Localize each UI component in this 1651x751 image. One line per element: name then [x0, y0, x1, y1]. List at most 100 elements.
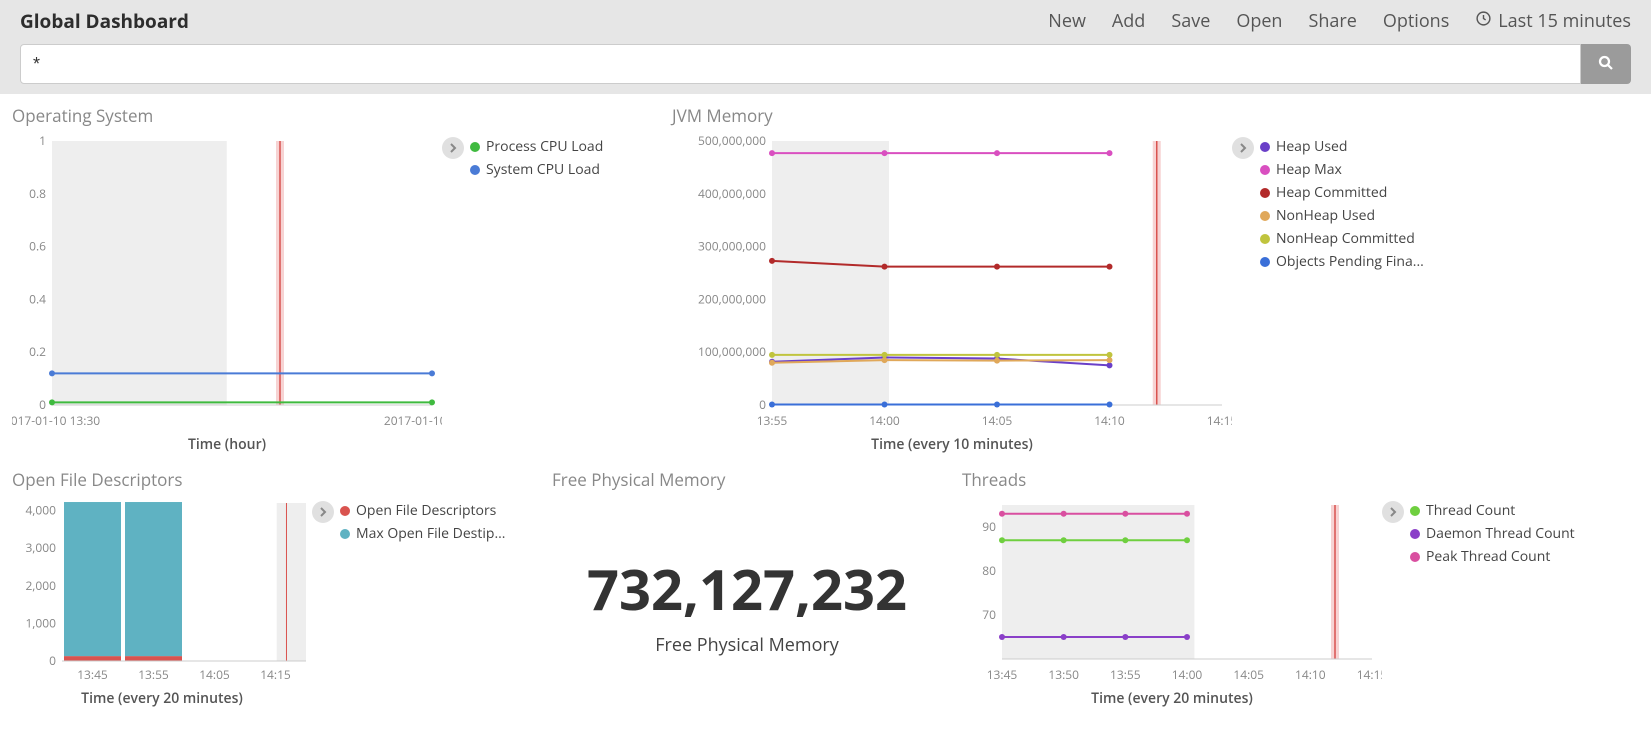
nav-open[interactable]: Open [1236, 9, 1282, 33]
svg-text:13:45: 13:45 [77, 666, 108, 683]
svg-text:90: 90 [982, 518, 996, 535]
svg-text:70: 70 [982, 606, 996, 623]
legend-item[interactable]: System CPU Load [470, 160, 603, 179]
time-filter[interactable]: Last 15 minutes [1475, 9, 1631, 33]
metric-value: 732,127,232 [552, 551, 942, 627]
legend-toggle-jvm[interactable] [1232, 137, 1254, 159]
chart-threads[interactable]: 70809013:4513:5013:5514:0014:0514:1014:1… [962, 497, 1382, 687]
panel-title-threads: Threads [962, 468, 1639, 491]
chart-os[interactable]: 00.20.40.60.812017-01-10 13:302017-01-10… [12, 133, 442, 433]
search-icon [1597, 54, 1615, 75]
panel-title-ofd: Open File Descriptors [12, 468, 532, 491]
svg-text:100,000,000: 100,000,000 [698, 343, 766, 360]
legend-toggle-threads[interactable] [1382, 501, 1404, 523]
svg-text:2017-01-10 13:30: 2017-01-10 13:30 [12, 412, 100, 429]
nav: New Add Save Open Share Options Last 15 … [1048, 9, 1631, 33]
legend-ofd: Open File Descriptors Max Open File Dest… [340, 501, 505, 543]
topbar: Global Dashboard New Add Save Open Share… [0, 0, 1651, 94]
svg-text:14:15: 14:15 [1207, 412, 1232, 429]
time-filter-label: Last 15 minutes [1498, 9, 1631, 33]
legend-item[interactable]: Max Open File Destip... [340, 524, 505, 543]
xlabel-threads: Time (every 20 minutes) [962, 689, 1382, 708]
legend-item[interactable]: Heap Committed [1260, 183, 1424, 202]
nav-save[interactable]: Save [1171, 9, 1210, 33]
search-input[interactable] [20, 44, 1581, 84]
svg-text:13:50: 13:50 [1048, 666, 1079, 683]
legend-item[interactable]: NonHeap Used [1260, 206, 1424, 225]
nav-add[interactable]: Add [1112, 9, 1145, 33]
svg-text:14:15: 14:15 [1357, 666, 1382, 683]
svg-text:3,000: 3,000 [25, 539, 56, 556]
svg-text:1: 1 [39, 133, 46, 149]
panel-open-file-descriptors: Open File Descriptors 0 1,000 2,000 3,000 4,… [12, 468, 532, 708]
svg-text:500,000,000: 500,000,000 [698, 133, 766, 149]
svg-text:14:05: 14:05 [199, 666, 230, 683]
svg-text:13:55: 13:55 [757, 412, 788, 429]
legend-toggle-os[interactable] [442, 137, 464, 159]
legend-dot-icon [1260, 211, 1270, 221]
legend-item[interactable]: Daemon Thread Count [1410, 524, 1575, 543]
legend-item[interactable]: Thread Count [1410, 501, 1575, 520]
legend-dot-icon [1260, 188, 1270, 198]
panel-operating-system: Operating System 00.20.40.60.812017-01-1… [12, 104, 652, 454]
legend-dot-icon [1410, 552, 1420, 562]
legend-item[interactable]: Peak Thread Count [1410, 547, 1575, 566]
panel-title-mem: Free Physical Memory [552, 468, 942, 491]
chart-ofd[interactable]: 01,0002,0003,0004,00013:4513:5514:0514:1… [12, 497, 312, 687]
legend-item[interactable]: Heap Used [1260, 137, 1424, 156]
panel-jvm-memory: JVM Memory 0 100,000,000 200,000,000 300,00… [672, 104, 1639, 454]
legend-dot-icon [1410, 506, 1420, 516]
svg-text:300,000,000: 300,000,000 [698, 238, 766, 255]
xlabel-jvm: Time (every 10 minutes) [672, 435, 1232, 454]
svg-text:14:05: 14:05 [982, 412, 1013, 429]
page-title: Global Dashboard [20, 8, 189, 34]
legend-jvm: Heap Used Heap Max Heap Committed NonHea… [1260, 137, 1424, 271]
legend-item[interactable]: NonHeap Committed [1260, 229, 1424, 248]
svg-text:14:10: 14:10 [1094, 412, 1125, 429]
chart-jvm[interactable]: 0 100,000,000 200,000,000 300,000,000 400,00… [672, 133, 1232, 433]
svg-text:0.2: 0.2 [29, 343, 46, 360]
svg-text:2017-01-10 14:15: 2017-01-10 14:15 [384, 412, 442, 429]
legend-dot-icon [1410, 529, 1420, 539]
legend-item[interactable]: Open File Descriptors [340, 501, 505, 520]
svg-text:1,000: 1,000 [25, 614, 56, 631]
svg-text:0.8: 0.8 [29, 185, 46, 202]
panel-free-physical-memory: Free Physical Memory 732,127,232 Free Ph… [552, 468, 942, 708]
nav-share[interactable]: Share [1308, 9, 1356, 33]
legend-toggle-ofd[interactable] [312, 501, 334, 523]
legend-dot-icon [1260, 165, 1270, 175]
svg-text:14:00: 14:00 [1172, 666, 1203, 683]
legend-dot-icon [1260, 257, 1270, 267]
svg-text:400,000,000: 400,000,000 [698, 185, 766, 202]
legend-item[interactable]: Process CPU Load [470, 137, 603, 156]
nav-options[interactable]: Options [1383, 9, 1449, 33]
svg-text:0: 0 [759, 396, 766, 413]
legend-dot-icon [470, 142, 480, 152]
legend-threads: Thread Count Daemon Thread Count Peak Th… [1410, 501, 1575, 566]
panel-title-os: Operating System [12, 104, 652, 127]
svg-text:2,000: 2,000 [25, 577, 56, 594]
svg-text:4,000: 4,000 [25, 502, 56, 519]
metric-label: Free Physical Memory [552, 633, 942, 657]
legend-item[interactable]: Heap Max [1260, 160, 1424, 179]
svg-text:200,000,000: 200,000,000 [698, 290, 766, 307]
xlabel-ofd: Time (every 20 minutes) [12, 689, 312, 708]
nav-new[interactable]: New [1048, 9, 1086, 33]
svg-text:0: 0 [49, 652, 56, 669]
search-button[interactable] [1581, 44, 1631, 84]
panel-threads: Threads 70809013:4513:5013:5514:0014:051… [962, 468, 1639, 708]
legend-dot-icon [470, 165, 480, 175]
svg-text:14:00: 14:00 [869, 412, 900, 429]
svg-text:80: 80 [982, 562, 996, 579]
legend-os: Process CPU Load System CPU Load [470, 137, 603, 179]
legend-dot-icon [1260, 142, 1270, 152]
xlabel-os: Time (hour) [12, 435, 442, 454]
legend-dot-icon [1260, 234, 1270, 244]
svg-text:13:55: 13:55 [1110, 666, 1141, 683]
svg-text:14:15: 14:15 [260, 666, 291, 683]
clock-icon [1475, 9, 1492, 33]
panel-title-jvm: JVM Memory [672, 104, 1639, 127]
legend-item[interactable]: Objects Pending Fina... [1260, 252, 1424, 271]
svg-text:0.6: 0.6 [29, 238, 46, 255]
svg-text:0: 0 [39, 396, 46, 413]
